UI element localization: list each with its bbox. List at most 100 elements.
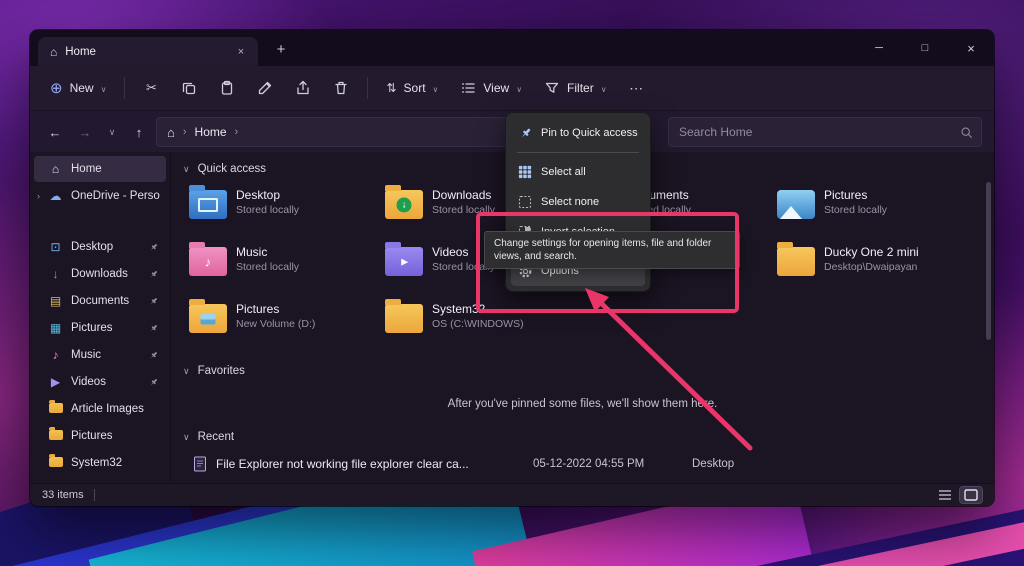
breadcrumb-home[interactable]: Home <box>195 125 227 139</box>
new-tab-button[interactable]: + <box>268 37 294 63</box>
expand-chevron-icon[interactable]: › <box>37 191 40 201</box>
file-tile-system32[interactable]: System32 OS (C:\WINDOWS) <box>385 302 581 338</box>
cut-icon: ✂ <box>146 80 157 96</box>
tab-bar: ⌂ Home × + ─ □ × <box>30 30 994 66</box>
rename-icon <box>257 80 273 96</box>
chevron-down-icon: ∨ <box>601 85 607 94</box>
chevron-down-icon: ∨ <box>101 85 107 94</box>
paste-icon <box>219 80 235 96</box>
file-tile-ducky[interactable]: Ducky One 2 mini Desktop\Dwaipayan <box>777 245 973 281</box>
cut-button[interactable]: ✂ <box>133 72 169 104</box>
menu-item-pin-to-quick-access[interactable]: Pin to Quick access <box>511 118 645 148</box>
pictures-image-icon <box>777 190 815 219</box>
sidebar-item-desktop[interactable]: ⊡ Desktop <box>34 234 166 260</box>
up-button[interactable]: ↑ <box>126 119 152 145</box>
tab-home[interactable]: ⌂ Home × <box>38 37 258 66</box>
copy-icon <box>181 80 197 96</box>
desktop-icon: ⊡ <box>48 241 63 253</box>
plus-circle-icon: ⊕ <box>50 81 63 96</box>
share-button[interactable] <box>285 72 321 104</box>
search-box[interactable] <box>668 117 982 147</box>
forward-button[interactable]: → <box>72 119 98 145</box>
recent-file-name: File Explorer not working file explorer … <box>216 457 524 471</box>
sidebar-item-videos[interactable]: ▶ Videos <box>34 369 166 395</box>
window-controls: ─ □ × <box>856 30 994 66</box>
view-button[interactable]: View ∨ <box>450 72 532 104</box>
pin-icon <box>148 242 160 253</box>
collapse-chevron-icon[interactable]: ∨ <box>183 164 190 175</box>
options-tooltip: Change settings for opening items, file … <box>484 231 740 269</box>
close-button[interactable]: × <box>948 30 994 66</box>
section-favorites[interactable]: ∨ Favorites <box>171 360 994 382</box>
menu-item-select-none[interactable]: Select none <box>511 187 645 217</box>
sort-label: Sort <box>404 81 426 95</box>
sidebar-item-pictures[interactable]: ▦ Pictures <box>34 315 166 341</box>
trash-icon <box>333 80 349 96</box>
sidebar-item-documents[interactable]: ▤ Documents <box>34 288 166 314</box>
recent-file-row[interactable]: File Explorer not working file explorer … <box>193 456 994 472</box>
minimize-button[interactable]: ─ <box>856 30 902 66</box>
large-icons-view-button[interactable] <box>960 487 982 503</box>
folder-icon <box>385 304 423 333</box>
search-input[interactable] <box>669 125 981 139</box>
filter-button[interactable]: Filter ∨ <box>534 72 617 104</box>
details-view-button[interactable] <box>934 487 956 503</box>
recent-file-date: 05-12-2022 04:55 PM <box>533 458 683 470</box>
menu-item-select-all[interactable]: Select all <box>511 157 645 187</box>
ellipsis-icon: ⋯ <box>629 80 644 97</box>
sidebar-item-onedrive[interactable]: › ☁ OneDrive - Perso <box>34 183 166 209</box>
new-button[interactable]: ⊕ New ∨ <box>40 72 116 104</box>
filter-icon <box>544 80 560 96</box>
pin-icon <box>148 350 160 361</box>
pin-icon <box>148 296 160 307</box>
view-toggle-group <box>934 487 982 503</box>
tab-close-icon[interactable]: × <box>232 43 250 61</box>
vertical-scrollbar[interactable] <box>986 182 991 340</box>
view-label: View <box>483 81 509 95</box>
sidebar-item-downloads[interactable]: ↓ Downloads <box>34 261 166 287</box>
sort-button[interactable]: ⇅ Sort ∨ <box>376 72 448 104</box>
command-toolbar: ⊕ New ∨ ✂ ⇅ Sort <box>30 66 994 111</box>
pin-icon <box>148 323 160 334</box>
copy-button[interactable] <box>171 72 207 104</box>
sidebar-item-article-images[interactable]: Article Images <box>34 396 166 422</box>
music-folder-icon <box>189 247 227 276</box>
pin-icon <box>148 377 160 388</box>
chevron-down-icon: ∨ <box>433 85 439 94</box>
file-tile-pictures-d[interactable]: Pictures New Volume (D:) <box>189 302 385 338</box>
file-tile-desktop[interactable]: Desktop Stored locally <box>189 188 385 224</box>
chevron-down-icon: ∨ <box>516 85 522 94</box>
home-icon: ⌂ <box>167 125 175 140</box>
desktop-folder-icon <box>189 190 227 219</box>
sidebar-item-pictures-folder[interactable]: Pictures <box>34 423 166 449</box>
filter-label: Filter <box>567 81 594 95</box>
document-icon <box>193 456 207 472</box>
onedrive-cloud-icon: ☁ <box>48 190 63 202</box>
sidebar-item-music[interactable]: ♪ Music <box>34 342 166 368</box>
maximize-button[interactable]: □ <box>902 30 948 66</box>
search-icon <box>960 126 973 139</box>
file-tile-pictures[interactable]: Pictures Stored locally <box>777 188 973 224</box>
delete-button[interactable] <box>323 72 359 104</box>
sidebar-item-system32[interactable]: System32 <box>34 450 166 476</box>
status-bar: 33 items <box>30 483 994 506</box>
file-tile-music[interactable]: Music Stored locally <box>189 245 385 281</box>
history-chevron-button[interactable]: ∨ <box>102 119 122 145</box>
select-none-icon <box>517 195 533 209</box>
toolbar-separator <box>367 77 368 99</box>
sidebar-item-home[interactable]: ⌂ Home <box>34 156 166 182</box>
back-button[interactable]: ← <box>42 119 68 145</box>
see-more-button[interactable]: ⋯ <box>619 72 655 104</box>
pictures-icon: ▦ <box>48 322 63 334</box>
favorites-empty-text: After you've pinned some files, we'll sh… <box>171 398 994 410</box>
chevron-right-icon: › <box>183 126 187 138</box>
paste-button[interactable] <box>209 72 245 104</box>
rename-button[interactable] <box>247 72 283 104</box>
view-icon <box>460 80 476 96</box>
recent-file-location: Desktop <box>692 458 734 470</box>
collapse-chevron-icon[interactable]: ∨ <box>183 432 190 443</box>
collapse-chevron-icon[interactable]: ∨ <box>183 366 190 377</box>
home-icon: ⌂ <box>50 45 57 59</box>
share-icon <box>295 80 311 96</box>
section-recent[interactable]: ∨ Recent <box>171 426 994 448</box>
